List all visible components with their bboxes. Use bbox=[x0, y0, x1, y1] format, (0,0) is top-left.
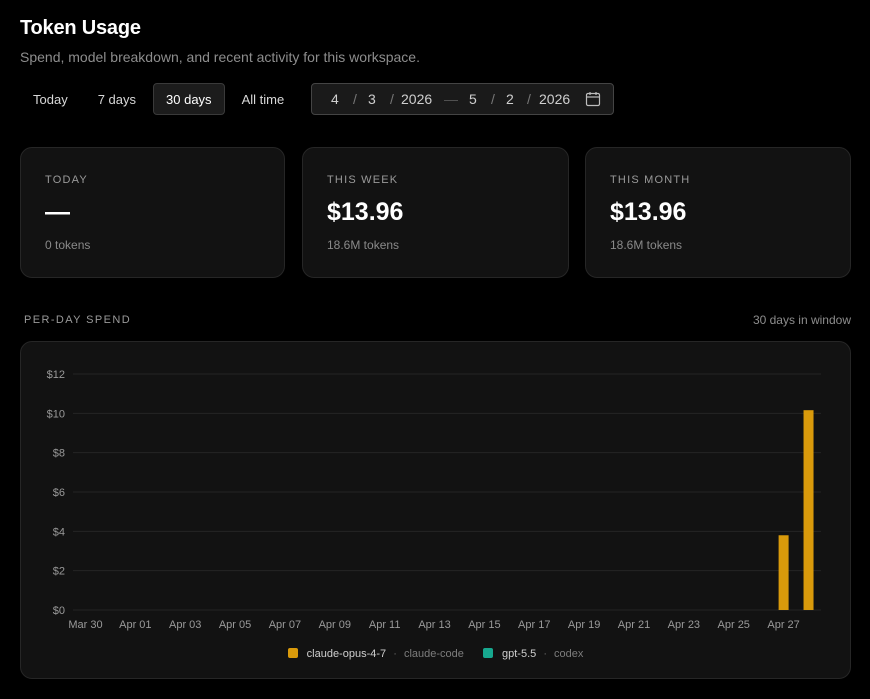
x-tick-label: Apr 27 bbox=[767, 619, 799, 631]
y-tick-label: $10 bbox=[47, 408, 65, 420]
y-tick-label: $12 bbox=[47, 369, 65, 381]
bar-claude-opus-4-7[interactable] bbox=[778, 535, 789, 610]
stat-label: THIS WEEK bbox=[327, 174, 399, 186]
x-tick-label: Apr 25 bbox=[718, 619, 750, 631]
y-tick-label: $6 bbox=[53, 487, 65, 499]
date-range-picker[interactable]: 4 / 3 / 2026 — 5 / 2 / 2026 bbox=[311, 83, 614, 115]
stat-label: THIS MONTH bbox=[610, 174, 691, 186]
x-tick-label: Apr 17 bbox=[518, 619, 550, 631]
y-tick-label: $8 bbox=[53, 448, 65, 460]
legend-swatch-gpt bbox=[482, 648, 493, 658]
end-year[interactable]: 2026 bbox=[539, 91, 570, 107]
x-tick-label: Apr 01 bbox=[119, 619, 151, 631]
chart-legend: claude-opus-4-7 · claude-code gpt-5.5 · … bbox=[21, 648, 850, 660]
stat-card-this-week: THIS WEEK $13.96 18.6M tokens bbox=[302, 147, 569, 278]
start-year[interactable]: 2026 bbox=[401, 91, 432, 107]
stat-label: TODAY bbox=[45, 174, 88, 186]
tab-today[interactable]: Today bbox=[20, 83, 81, 115]
per-day-spend-chart: $0 $2 $4 $6 $8 $10 $12 Mar 30 Apr 01 Apr 03 Apr 05… bbox=[47, 369, 821, 631]
stat-card-today: TODAY — 0 tokens bbox=[20, 147, 285, 278]
legend-source: claude-code bbox=[403, 648, 464, 660]
per-day-spend-chart-card: $0 $2 $4 $6 $8 $10 $12 Mar 30 Apr 01 Apr 03 Apr 05… bbox=[20, 341, 851, 679]
x-tick-label: Apr 23 bbox=[668, 619, 700, 631]
x-tick-label: Apr 07 bbox=[269, 619, 301, 631]
x-tick-label: Apr 09 bbox=[319, 619, 351, 631]
tab-30-days[interactable]: 30 days bbox=[153, 83, 225, 115]
section-title: PER-DAY SPEND bbox=[24, 314, 132, 326]
y-tick-label: $2 bbox=[53, 566, 65, 578]
legend-model: claude-opus-4-7 bbox=[306, 648, 387, 660]
legend-model: gpt-5.5 bbox=[502, 648, 537, 660]
calendar-icon[interactable] bbox=[585, 91, 601, 107]
bar-claude-opus-4-7[interactable] bbox=[803, 410, 814, 610]
tab-all-time[interactable]: All time bbox=[229, 83, 298, 115]
stat-value: $13.96 bbox=[327, 198, 404, 226]
x-tick-label: Apr 21 bbox=[618, 619, 650, 631]
date-separator: / bbox=[353, 91, 357, 107]
tab-7-days[interactable]: 7 days bbox=[85, 83, 149, 115]
stat-tokens: 0 tokens bbox=[45, 238, 91, 252]
legend-item-gpt[interactable]: gpt-5.5 · codex bbox=[482, 648, 584, 660]
date-separator: / bbox=[491, 91, 495, 107]
x-tick-label: Apr 05 bbox=[219, 619, 251, 631]
window-note: 30 days in window bbox=[752, 313, 851, 327]
date-separator: / bbox=[390, 91, 394, 107]
legend-dot: · bbox=[393, 648, 397, 660]
legend-item-claude[interactable]: claude-opus-4-7 · claude-code bbox=[287, 648, 464, 660]
end-day[interactable]: 2 bbox=[506, 91, 514, 107]
stat-tokens: 18.6M tokens bbox=[327, 238, 400, 252]
stat-card-this-month: THIS MONTH $13.96 18.6M tokens bbox=[585, 147, 851, 278]
start-month[interactable]: 4 bbox=[331, 91, 339, 107]
stat-tokens: 18.6M tokens bbox=[610, 238, 683, 252]
page-subtitle: Spend, model breakdown, and recent activ… bbox=[20, 49, 420, 65]
x-tick-label: Apr 03 bbox=[169, 619, 201, 631]
y-tick-label: $0 bbox=[53, 605, 65, 617]
start-day[interactable]: 3 bbox=[368, 91, 376, 107]
legend-source: codex bbox=[554, 648, 584, 660]
stat-value: — bbox=[45, 198, 70, 226]
end-month[interactable]: 5 bbox=[469, 91, 477, 107]
y-tick-label: $4 bbox=[53, 526, 65, 538]
range-dash: — bbox=[444, 91, 458, 107]
x-tick-label: Apr 19 bbox=[568, 619, 600, 631]
stat-value: $13.96 bbox=[610, 198, 687, 226]
legend-swatch-claude bbox=[287, 648, 298, 658]
legend-dot: · bbox=[543, 648, 547, 660]
page-title: Token Usage bbox=[20, 17, 141, 39]
x-tick-label: Mar 30 bbox=[68, 619, 102, 631]
x-tick-label: Apr 11 bbox=[369, 619, 401, 631]
range-tabs: Today 7 days 30 days All time bbox=[20, 83, 297, 115]
date-separator: / bbox=[527, 91, 531, 107]
x-tick-label: Apr 13 bbox=[418, 619, 450, 631]
x-tick-label: Apr 15 bbox=[468, 619, 500, 631]
